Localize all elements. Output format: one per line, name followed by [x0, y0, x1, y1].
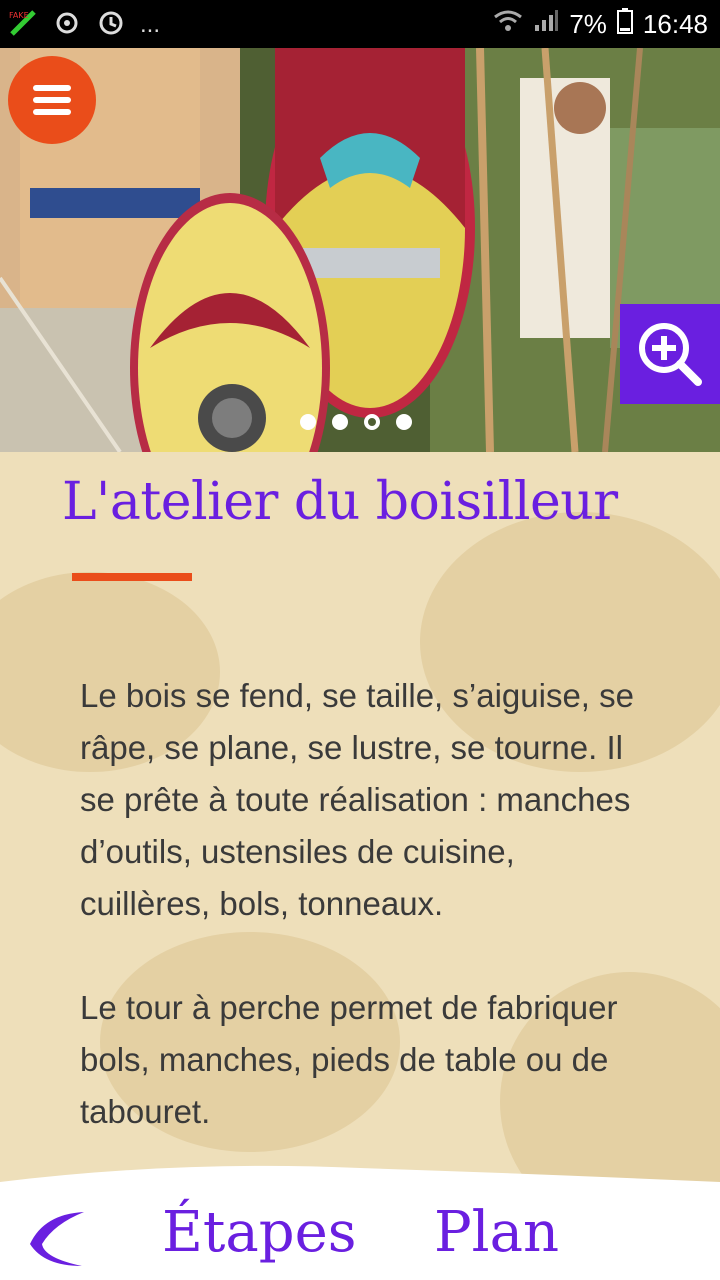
bottom-nav-background — [0, 1165, 720, 1280]
carousel-dot[interactable] — [332, 414, 348, 430]
etapes-link[interactable]: Étapes — [162, 1200, 357, 1265]
battery-icon — [616, 8, 633, 41]
back-swoosh-icon — [30, 1212, 84, 1266]
page-title: L'atelier du boisilleur — [62, 472, 618, 532]
title-underline — [72, 573, 192, 581]
fake-gps-icon: FAKE — [8, 8, 38, 38]
svg-text:FAKE: FAKE — [9, 11, 29, 20]
hero-photo — [0, 48, 720, 452]
paragraph: Le bois se fend, se taille, s’aiguise, s… — [80, 677, 634, 922]
wifi-icon — [493, 9, 523, 40]
carousel-dot[interactable] — [300, 414, 316, 430]
article-body: Le bois se fend, se taille, s’aiguise, s… — [80, 670, 640, 1190]
cloud-sync-icon — [52, 8, 82, 38]
refresh-icon — [96, 8, 126, 38]
status-right: 7% 16:48 — [493, 8, 708, 41]
zoom-in-icon — [639, 323, 702, 386]
signal-icon — [533, 9, 559, 40]
zoom-in-button[interactable] — [620, 304, 720, 404]
back-button[interactable] — [24, 1204, 94, 1274]
carousel-dot[interactable] — [396, 414, 412, 430]
hamburger-icon-line — [33, 85, 71, 91]
status-overflow: ... — [140, 11, 161, 38]
paragraph: Le tour à perche permet de fabriquer bol… — [80, 989, 618, 1130]
article: L'atelier du boisilleur Le bois se fend,… — [0, 452, 720, 1280]
status-bar: FAKE ... 7% 16:48 — [0, 0, 720, 48]
battery-percent: 7% — [569, 9, 607, 39]
status-left-icons: FAKE ... — [8, 8, 160, 38]
plan-link[interactable]: Plan — [434, 1200, 559, 1265]
clock: 16:48 — [642, 9, 708, 39]
carousel-dot[interactable] — [364, 414, 380, 430]
hamburger-icon-line — [33, 109, 71, 115]
menu-button[interactable] — [8, 56, 96, 144]
carousel-indicators — [300, 414, 412, 430]
bottom-nav: Étapes Plan — [0, 1160, 720, 1280]
hamburger-icon-line — [33, 97, 71, 103]
hero-image[interactable] — [0, 48, 720, 452]
